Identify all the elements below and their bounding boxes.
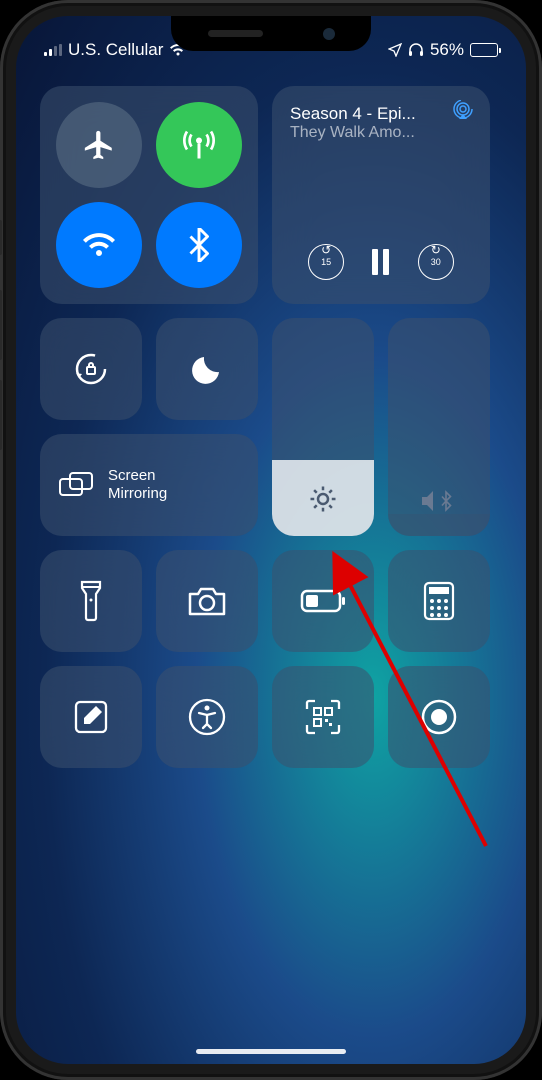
flashlight-button[interactable] <box>40 550 142 652</box>
calculator-icon <box>423 581 455 621</box>
volume-slider[interactable] <box>388 318 490 536</box>
carrier-label: U.S. Cellular <box>68 40 163 60</box>
airplay-icon[interactable] <box>452 100 474 120</box>
airplane-mode-button[interactable] <box>56 102 142 188</box>
forward-arrow-icon: ↻ <box>431 243 441 257</box>
screen-recording-button[interactable] <box>388 666 490 768</box>
skip-forward-button[interactable]: ↻ 30 <box>418 244 454 280</box>
qr-code-icon <box>303 697 343 737</box>
front-camera <box>323 28 335 40</box>
cellular-signal-icon <box>44 44 62 56</box>
qr-scanner-button[interactable] <box>272 666 374 768</box>
volume-up-button <box>0 290 2 360</box>
volume-down-button <box>0 380 2 450</box>
mute-switch <box>0 220 2 255</box>
bluetooth-icon <box>188 228 210 262</box>
earpiece-speaker <box>208 30 263 37</box>
skip-back-button[interactable]: ↺ 15 <box>308 244 344 280</box>
location-icon <box>388 43 402 57</box>
notch <box>171 16 371 51</box>
screen-mirroring-label: Screen Mirroring <box>108 467 167 503</box>
battery-percentage: 56% <box>430 40 464 60</box>
screen-mirroring-icon <box>58 470 96 500</box>
cellular-data-button[interactable] <box>156 102 242 188</box>
brightness-slider[interactable] <box>272 318 374 536</box>
orientation-lock-button[interactable] <box>40 318 142 420</box>
media-title: Season 4 - Epi... <box>290 104 472 124</box>
calculator-button[interactable] <box>388 550 490 652</box>
accessibility-button[interactable] <box>156 666 258 768</box>
screen-mirroring-button[interactable]: Screen Mirroring <box>40 434 258 536</box>
media-subtitle: They Walk Amo... <box>290 124 472 142</box>
camera-icon <box>186 584 228 618</box>
do-not-disturb-button[interactable] <box>156 318 258 420</box>
antenna-icon <box>181 127 217 163</box>
connectivity-panel[interactable] <box>40 86 258 304</box>
home-indicator[interactable] <box>196 1049 346 1054</box>
volume-bluetooth-icon <box>420 488 458 514</box>
wifi-icon <box>81 231 117 259</box>
flashlight-icon <box>78 580 104 622</box>
screen: U.S. Cellular 56% <box>16 16 526 1064</box>
accessibility-icon <box>187 697 227 737</box>
camera-button[interactable] <box>156 550 258 652</box>
rewind-arrow-icon: ↺ <box>321 243 331 257</box>
phone-frame: U.S. Cellular 56% <box>0 0 542 1080</box>
media-panel[interactable]: Season 4 - Epi... They Walk Amo... ↺ 15 … <box>272 86 490 304</box>
battery-icon <box>300 589 346 613</box>
wifi-button[interactable] <box>56 202 142 288</box>
moon-icon <box>189 351 225 387</box>
notes-icon <box>72 698 110 736</box>
low-power-mode-button[interactable] <box>272 550 374 652</box>
pause-button[interactable] <box>372 249 389 275</box>
bluetooth-button[interactable] <box>156 202 242 288</box>
airplane-icon <box>82 128 116 162</box>
notes-button[interactable] <box>40 666 142 768</box>
headphones-icon <box>408 43 424 57</box>
battery-icon <box>470 43 498 57</box>
record-icon <box>419 697 459 737</box>
rotation-lock-icon <box>70 348 112 390</box>
brightness-icon <box>308 484 338 514</box>
